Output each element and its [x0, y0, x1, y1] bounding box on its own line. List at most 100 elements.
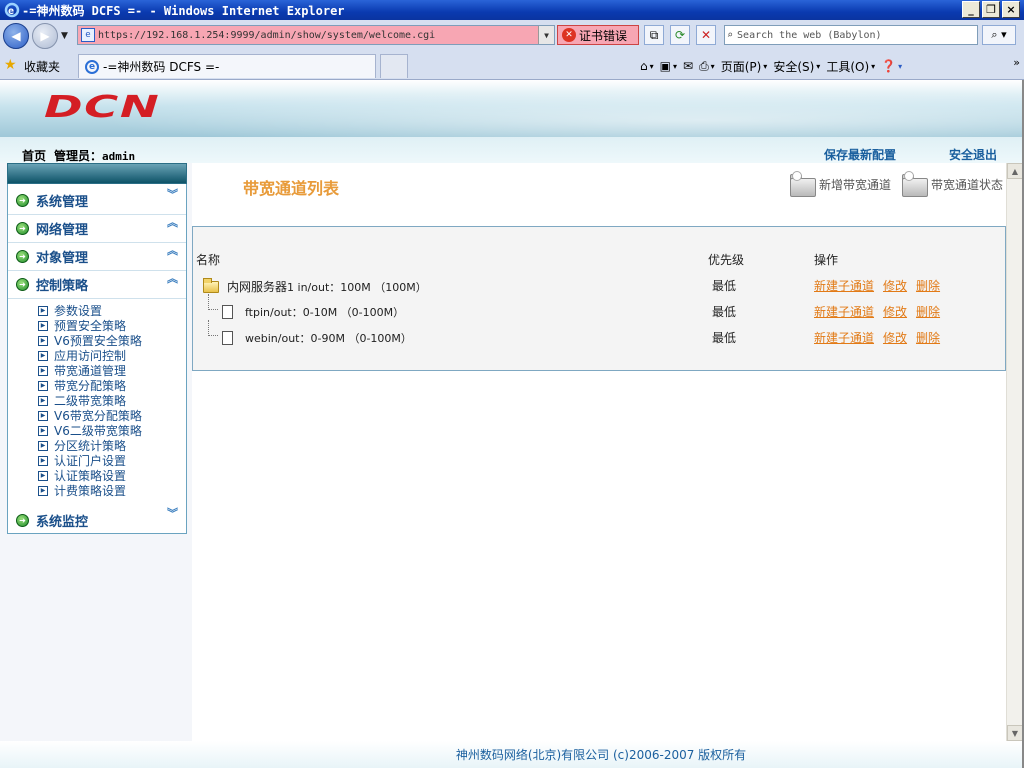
more-chevron-icon[interactable]: »	[1013, 56, 1020, 69]
channel-detail: in/out：0-10M （0-100M）	[259, 306, 405, 319]
menu-control-policy[interactable]: ➜ 控制策略 ︽	[8, 271, 186, 299]
edit-link[interactable]: 修改	[883, 329, 907, 346]
logout-link[interactable]: 安全退出	[949, 146, 997, 163]
submenu-item[interactable]: ▶ 带宽通道管理	[38, 363, 142, 378]
priority-value: 最低	[712, 279, 737, 293]
channel-name[interactable]: web	[245, 332, 268, 345]
menu-object-management[interactable]: ➜ 对象管理 ︽	[8, 243, 186, 271]
table-row: ftp in/out：0-10M （0-100M） 最低 新建子通道 修改 删除	[193, 294, 1005, 322]
submenu-item[interactable]: ▶ 认证门户设置	[38, 453, 142, 468]
priority-value: 最低	[712, 331, 737, 345]
col-header-name: 名称	[196, 253, 221, 267]
channel-status-button[interactable]: 带宽通道状态	[900, 169, 1003, 199]
table-row: web in/out：0-90M （0-100M） 最低 新建子通道 修改 删除	[193, 320, 1005, 348]
chevron-down-icon[interactable]: ︾	[167, 508, 178, 519]
submenu-item[interactable]: ▶ V6带宽分配策略	[38, 408, 142, 423]
page-icon: e	[81, 28, 95, 42]
scroll-up-icon[interactable]: ▲	[1007, 163, 1023, 179]
search-icon: ⌕	[727, 29, 734, 41]
col-header-actions: 操作	[814, 253, 839, 267]
folder-icon	[788, 169, 818, 199]
arrow-box-icon: ▶	[38, 350, 48, 361]
close-window-button[interactable]: ×	[1002, 1, 1020, 18]
submenu-item[interactable]: ▶ 带宽分配策略	[38, 378, 142, 393]
delete-link[interactable]: 删除	[916, 329, 940, 346]
print-icon[interactable]: ⎙ ▾	[699, 59, 715, 74]
new-subchannel-link[interactable]: 新建子通道	[814, 329, 874, 346]
arrow-box-icon: ▶	[38, 365, 48, 376]
delete-link[interactable]: 删除	[916, 277, 940, 294]
copyright-text: 神州数码网络(北京)有限公司 (c)2006-2007 版权所有	[455, 748, 747, 762]
maximize-button[interactable]: ❐	[982, 1, 1000, 18]
favorites-star-icon[interactable]: ★	[4, 57, 17, 73]
minimize-button[interactable]: _	[962, 1, 980, 18]
submenu-item[interactable]: ▶ V6预置安全策略	[38, 333, 142, 348]
submenu-item[interactable]: ▶ 认证策略设置	[38, 468, 142, 483]
arrow-box-icon: ▶	[38, 380, 48, 391]
history-dropdown-icon[interactable]: ▼	[61, 31, 68, 41]
main-content: 带宽通道列表 新增带宽通道 带宽通道状态 名称 优先级 操作 内网服务器 1 in…	[192, 163, 1006, 741]
search-input[interactable]: ⌕ Search the web (Babylon)	[724, 25, 978, 45]
certificate-error-button[interactable]: ✕ 证书错误	[557, 25, 639, 45]
chevron-up-icon[interactable]: ︽	[167, 273, 178, 284]
submenu-item[interactable]: ▶ 应用访问控制	[38, 348, 142, 363]
chevron-up-icon[interactable]: ︽	[167, 217, 178, 228]
tab-ie-icon: e	[85, 59, 99, 74]
menu-system-management[interactable]: ➜ 系统管理 ︾	[8, 187, 186, 215]
address-toolbar: ◀ ▶ ▼ e https://192.168.1.254:9999/admin…	[0, 20, 1024, 51]
address-dropdown-icon[interactable]: ▼	[538, 26, 554, 44]
new-subchannel-link[interactable]: 新建子通道	[814, 303, 874, 320]
address-text: https://192.168.1.254:9999/admin/show/sy…	[98, 29, 436, 41]
vertical-scrollbar[interactable]: ▲ ▼	[1006, 163, 1023, 741]
help-icon[interactable]: ❓ ▾	[881, 59, 902, 73]
add-channel-button[interactable]: 新增带宽通道	[788, 169, 891, 199]
scroll-down-icon[interactable]: ▼	[1007, 725, 1023, 741]
edit-link[interactable]: 修改	[883, 277, 907, 294]
page-menu[interactable]: 页面(P) ▾	[721, 58, 768, 75]
favorites-label[interactable]: 收藏夹	[24, 58, 60, 75]
submenu-item[interactable]: ▶ 预置安全策略	[38, 318, 142, 333]
tab-dcfs[interactable]: e -=神州数码 DCFS =-	[78, 54, 376, 78]
channel-name[interactable]: 内网服务器	[227, 278, 287, 295]
forward-button[interactable]: ▶	[32, 22, 58, 49]
open-folder-icon	[203, 277, 219, 293]
chevron-down-icon[interactable]: ︾	[167, 189, 178, 200]
submenu-item[interactable]: ▶ V6二级带宽策略	[38, 423, 142, 438]
back-button[interactable]: ◀	[3, 22, 29, 49]
new-tab-button[interactable]	[380, 54, 408, 78]
document-icon	[222, 305, 233, 319]
tools-menu[interactable]: 工具(O) ▾	[826, 58, 875, 75]
new-subchannel-link[interactable]: 新建子通道	[814, 277, 874, 294]
edit-link[interactable]: 修改	[883, 303, 907, 320]
submenu-item[interactable]: ▶ 二级带宽策略	[38, 393, 142, 408]
safety-menu[interactable]: 安全(S) ▾	[773, 58, 820, 75]
feeds-icon[interactable]: ▣ ▾	[660, 59, 677, 73]
submenu-item[interactable]: ▶ 分区统计策略	[38, 438, 142, 453]
arrow-box-icon: ▶	[38, 455, 48, 466]
priority-value: 最低	[712, 305, 737, 319]
submenu-item[interactable]: ▶ 参数设置	[38, 303, 142, 318]
home-link[interactable]: 首页	[22, 147, 46, 164]
compatibility-icon[interactable]: ⧉	[644, 25, 664, 45]
arrow-bullet-icon: ➜	[16, 222, 29, 235]
channel-detail: 1 in/out：100M （100M）	[287, 280, 427, 294]
menu-system-monitor[interactable]: ➜ 系统监控 ︾	[8, 506, 186, 534]
home-icon[interactable]: ⌂ ▾	[640, 59, 654, 73]
arrow-box-icon: ▶	[38, 485, 48, 496]
submenu-item[interactable]: ▶ 计费策略设置	[38, 483, 142, 498]
arrow-box-icon: ▶	[38, 305, 48, 316]
refresh-icon[interactable]: ⟳	[670, 25, 690, 45]
arrow-bullet-icon: ➜	[16, 250, 29, 263]
menu-network-management[interactable]: ➜ 网络管理 ︽	[8, 215, 186, 243]
chevron-up-icon[interactable]: ︽	[167, 245, 178, 256]
mail-icon[interactable]: ✉	[683, 59, 693, 73]
address-bar[interactable]: e https://192.168.1.254:9999/admin/show/…	[77, 25, 555, 45]
channel-name[interactable]: ftp	[245, 306, 260, 319]
col-header-priority: 优先级	[708, 253, 745, 267]
save-config-link[interactable]: 保存最新配置	[824, 146, 896, 163]
dcn-logo: DCN	[44, 90, 161, 125]
arrow-box-icon: ▶	[38, 335, 48, 346]
delete-link[interactable]: 删除	[916, 303, 940, 320]
stop-icon[interactable]: ✕	[696, 25, 716, 45]
search-button[interactable]: ⌕ ▾	[982, 25, 1016, 45]
